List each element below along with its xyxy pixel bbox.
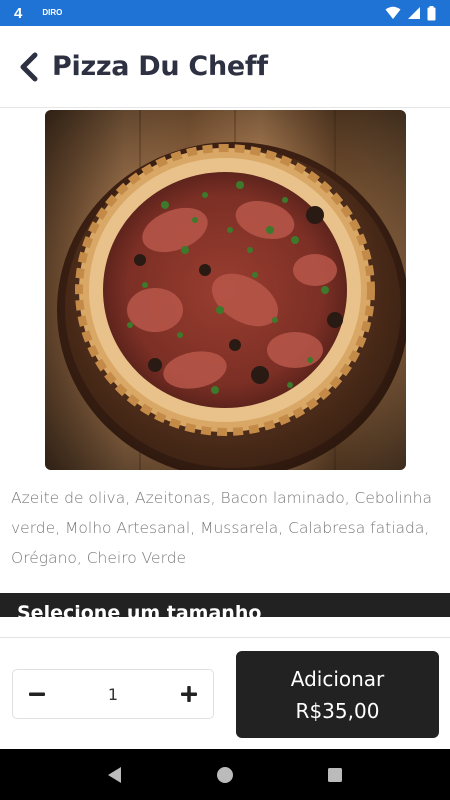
nav-home-button[interactable]: [213, 763, 237, 787]
size-section-title: Selecione um tamanho: [17, 602, 262, 617]
signal-icon: [408, 7, 420, 19]
product-description: Azeite de oliva, Azeitonas, Bacon lamina…: [11, 489, 432, 567]
add-button-label: Adicionar: [290, 666, 385, 691]
status-bar: 4 DIRO: [0, 0, 450, 26]
status-time: 4: [14, 4, 23, 22]
triangle-back-icon: [108, 766, 121, 783]
system-nav-bar: [0, 749, 450, 800]
status-app-icon: DIRO: [42, 8, 63, 17]
battery-icon: [427, 5, 436, 20]
status-icons: [385, 5, 436, 21]
page-title: Pizza Du Cheff: [52, 51, 268, 82]
quantity-stepper: 1: [12, 669, 214, 719]
add-button-price: R$35,00: [295, 698, 380, 723]
size-section-header[interactable]: Selecione um tamanho: [0, 593, 450, 617]
bottom-action-bar: 1 Adicionar R$35,00: [0, 637, 450, 749]
quantity-value: 1: [107, 684, 119, 704]
chevron-left-icon: [20, 52, 38, 81]
circle-home-icon: [217, 766, 233, 783]
app-header: Pizza Du Cheff: [0, 26, 450, 108]
increase-quantity-button[interactable]: [179, 684, 199, 704]
nav-recents-button[interactable]: [323, 763, 347, 787]
plus-icon: [181, 686, 197, 702]
add-to-cart-button[interactable]: Adicionar R$35,00: [236, 651, 439, 738]
back-button[interactable]: [16, 50, 42, 84]
decrease-quantity-button[interactable]: [27, 684, 47, 704]
nav-back-button[interactable]: [103, 763, 127, 787]
square-recents-icon: [328, 767, 342, 782]
pizza-image: [45, 110, 406, 470]
wifi-icon: [385, 6, 401, 19]
minus-icon: [29, 692, 45, 696]
